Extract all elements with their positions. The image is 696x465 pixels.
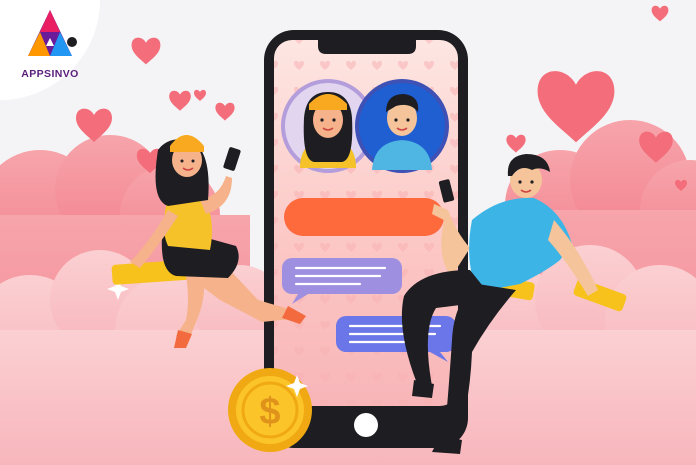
appsinvo-logo-icon [28,10,77,56]
orange-message-bar [284,198,444,236]
home-button [354,413,378,437]
dating-app-illustration: $ [0,0,696,465]
dollar-coin-icon: $ [228,368,312,452]
phone-notch [318,40,416,54]
brand-name: APPSINVO [21,68,79,80]
man-profile-avatar [355,79,449,173]
svg-text:$: $ [259,391,280,433]
